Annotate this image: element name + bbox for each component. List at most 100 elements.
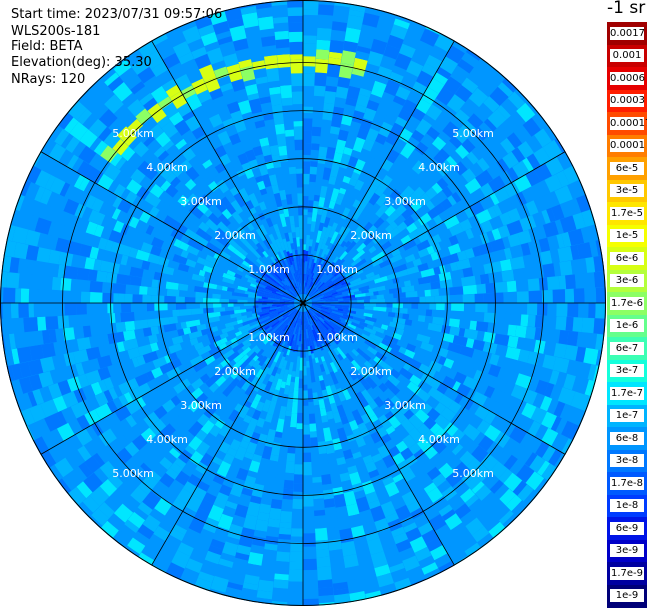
range-gate: [474, 293, 484, 303]
range-gate: [147, 286, 158, 296]
range-gate: [527, 314, 536, 328]
range-gate: [150, 326, 160, 336]
range-gate: [303, 558, 317, 571]
range-gate: [291, 85, 303, 92]
range-gate: [175, 296, 185, 303]
range-gate: [175, 303, 187, 310]
range-gate: [303, 519, 316, 534]
range-gate: [18, 273, 30, 289]
range-ring-label: 5.00km: [112, 127, 154, 140]
range-gate: [315, 527, 328, 541]
range-gate: [288, 159, 296, 168]
range-gate: [291, 508, 303, 519]
range-gate: [510, 291, 518, 303]
range-gate: [324, 90, 337, 105]
range-gate: [475, 321, 489, 332]
range-gate: [270, 93, 282, 106]
range-gate: [151, 279, 159, 288]
range-gate: [70, 278, 85, 292]
range-gate: [154, 303, 168, 311]
range-gate: [325, 516, 339, 529]
range-gate: [15, 288, 22, 303]
range-gate: [291, 518, 303, 529]
range-gate: [516, 291, 529, 303]
range-gate: [303, 73, 315, 87]
range-gate: [297, 399, 303, 408]
range-ring-label: 1.00km: [316, 331, 358, 344]
colorbar-tick-label: 0.0003: [610, 94, 645, 108]
range-gate: [303, 43, 317, 57]
range-gate: [328, 133, 339, 143]
range-gate: [424, 315, 434, 324]
range-gate: [273, 22, 289, 32]
range-gate: [449, 286, 464, 296]
range-gate: [324, 506, 337, 518]
range-gate: [303, 98, 314, 107]
range-gate: [189, 297, 196, 303]
range-gate: [294, 139, 303, 151]
range-gate: [525, 326, 536, 340]
colorbar-tick-label: 1.7e-8: [610, 476, 644, 490]
range-gate: [134, 328, 145, 339]
range-gate: [546, 328, 561, 344]
range-gate: [299, 370, 303, 379]
range-gate: [303, 533, 316, 547]
range-gate: [303, 493, 314, 507]
range-gate: [438, 287, 450, 296]
range-gate: [344, 27, 361, 44]
range-gate: [288, 569, 303, 582]
range-gate: [576, 331, 589, 348]
range-gate: [166, 288, 180, 297]
range-gate: [73, 326, 85, 340]
range-gate: [337, 516, 351, 531]
colorbar-tick-label: 6e-9: [610, 521, 644, 535]
range-gate: [288, 31, 303, 43]
range-gate: [294, 452, 303, 465]
range-gate: [185, 290, 196, 298]
range-gate: [313, 85, 326, 97]
range-gate: [495, 313, 505, 324]
range-gate: [267, 136, 278, 147]
range-gate: [115, 321, 126, 333]
colorbar: 0.0017 0.001 0.0006 0.0003 0.00017 0.0001 6e-5…: [607, 22, 647, 608]
range-gate: [269, 507, 282, 520]
range-gate: [294, 464, 303, 475]
range-gate: [247, 300, 255, 303]
colorbar-tick-label: 0.0001: [610, 139, 645, 153]
range-gate: [18, 303, 29, 318]
range-gate: [319, 453, 328, 462]
range-gate: [306, 367, 311, 374]
range-gate: [113, 293, 119, 303]
range-gate: [475, 312, 485, 322]
range-gate: [212, 303, 222, 308]
range-gate: [2, 287, 16, 303]
range-gate: [130, 303, 137, 312]
range-gate: [430, 288, 440, 297]
range-gate: [26, 259, 39, 275]
range-gate: [303, 237, 307, 245]
range-gate: [255, 519, 269, 532]
range-gate: [280, 161, 289, 171]
range-gate: [273, 579, 289, 589]
range-gate: [95, 303, 108, 314]
range-gate: [291, 528, 303, 537]
range-gate: [303, 143, 312, 156]
range-gate: [164, 295, 176, 303]
range-gate: [289, 561, 303, 570]
range-gate: [264, 55, 279, 70]
range-gate: [303, 118, 313, 131]
range-gate: [136, 303, 147, 312]
range-ring-label: 2.00km: [214, 229, 256, 242]
range-gate: [310, 447, 319, 456]
range-gate: [2, 303, 12, 319]
range-gate: [28, 288, 39, 303]
range-gate: [37, 316, 47, 331]
range-gate: [109, 313, 116, 324]
range-gate: [392, 303, 404, 309]
range-gate: [318, 594, 335, 604]
range-gate: [483, 292, 496, 303]
range-gate: [267, 518, 281, 528]
range-gate: [168, 316, 178, 325]
range-gate: [303, 223, 308, 238]
range-gate: [186, 303, 200, 310]
